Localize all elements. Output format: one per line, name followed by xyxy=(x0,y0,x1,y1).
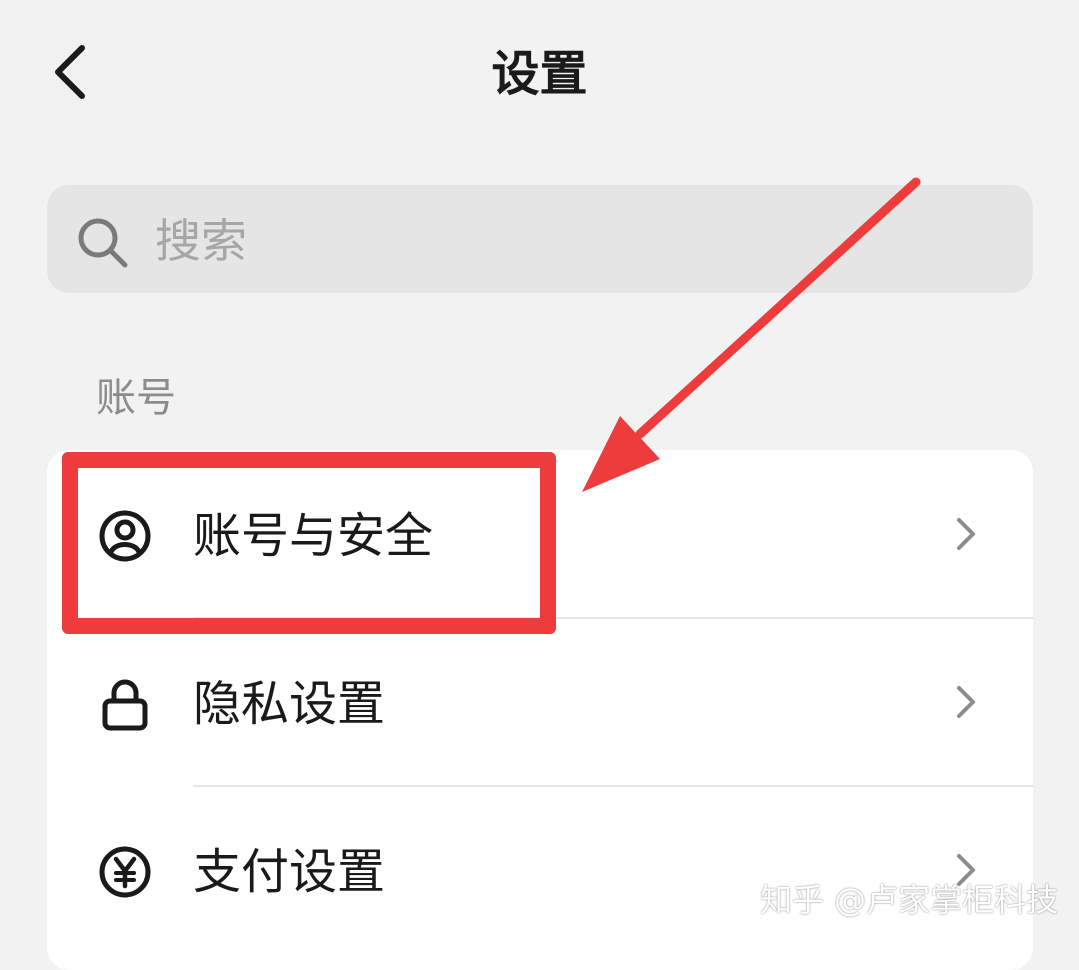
settings-item-label: 支付设置 xyxy=(193,844,386,900)
settings-item-label: 隐私设置 xyxy=(193,676,386,732)
search-bar[interactable]: 搜索 xyxy=(47,185,1033,293)
section-label-account: 账号 xyxy=(96,375,176,421)
settings-item-label: 账号与安全 xyxy=(193,508,434,564)
search-input-placeholder[interactable]: 搜索 xyxy=(155,211,247,271)
page-title: 设置 xyxy=(491,46,588,102)
chevron-right-icon xyxy=(957,686,975,718)
yuan-circle-icon xyxy=(99,846,151,898)
settings-item-payment[interactable]: 支付设置 xyxy=(47,786,1033,954)
settings-item-account-security[interactable]: 账号与安全 xyxy=(47,450,1033,618)
watermark: 知乎 @卢家掌柜科技 xyxy=(760,881,1059,919)
settings-item-privacy[interactable]: 隐私设置 xyxy=(47,618,1033,786)
user-circle-icon xyxy=(99,510,151,562)
lock-icon xyxy=(102,679,148,731)
chevron-right-icon xyxy=(957,518,975,550)
search-icon xyxy=(78,218,128,268)
